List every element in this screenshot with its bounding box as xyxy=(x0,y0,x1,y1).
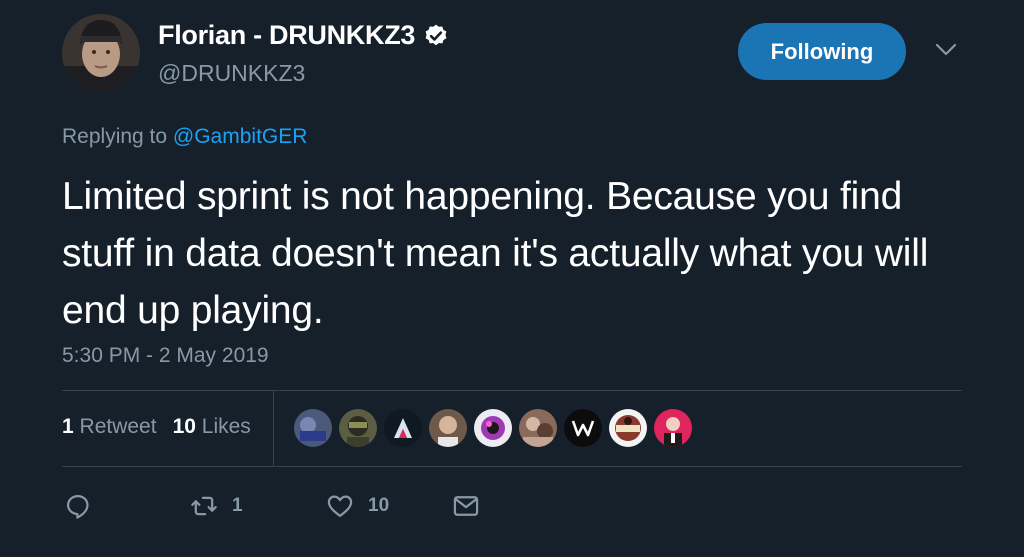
direct-message-button[interactable] xyxy=(452,490,480,522)
author-handle[interactable]: @DRUNKKZ3 xyxy=(158,60,305,87)
reply-icon xyxy=(66,494,89,519)
likers-avatar-list xyxy=(294,409,692,447)
tweet-timestamp[interactable]: 5:30 PM - 2 May 2019 xyxy=(62,344,269,368)
author-display-name[interactable]: Florian - DRUNKKZ3 xyxy=(158,20,449,51)
liker-avatar[interactable] xyxy=(294,409,332,447)
retweet-count: 1 xyxy=(232,495,243,516)
liker-avatar[interactable] xyxy=(609,409,647,447)
liker-avatar[interactable] xyxy=(654,409,692,447)
verified-badge-icon xyxy=(425,24,447,45)
envelope-icon xyxy=(453,496,479,516)
replying-to-line: Replying to @GambitGER xyxy=(62,125,307,149)
like-count: 10 xyxy=(368,495,390,516)
divider-top xyxy=(62,390,962,391)
retweet-icon xyxy=(191,496,217,516)
liker-avatar[interactable] xyxy=(339,409,377,447)
likes-stat[interactable]: 10 Likes xyxy=(173,415,251,439)
retweets-stat-label: Retweet xyxy=(79,415,157,438)
following-button[interactable]: Following xyxy=(738,23,906,80)
liker-avatar[interactable] xyxy=(474,409,512,447)
heart-icon xyxy=(327,495,353,518)
like-button[interactable]: 10 xyxy=(326,490,389,522)
liker-avatar[interactable] xyxy=(564,409,602,447)
liker-avatar[interactable] xyxy=(384,409,422,447)
tweet-stats: 1 Retweet 10 Likes xyxy=(62,415,251,439)
likes-stat-count: 10 xyxy=(172,415,196,438)
author-display-name-text: Florian - DRUNKKZ3 xyxy=(158,20,416,50)
avatar-image xyxy=(62,14,140,92)
liker-avatar[interactable] xyxy=(429,409,467,447)
divider-bottom xyxy=(62,466,962,467)
tweet-text: Limited sprint is not happening. Because… xyxy=(62,175,929,332)
retweet-button[interactable]: 1 xyxy=(190,490,243,522)
stats-vertical-divider xyxy=(273,391,274,466)
replying-to-label: Replying to xyxy=(62,125,168,148)
tweet-card: Florian - DRUNKKZ3 @DRUNKKZ3 Following R… xyxy=(0,0,1024,557)
reply-button[interactable] xyxy=(64,490,92,522)
replying-to-link[interactable]: @GambitGER xyxy=(173,125,308,148)
retweets-stat-count: 1 xyxy=(62,415,74,438)
retweets-stat[interactable]: 1 Retweet xyxy=(62,415,157,439)
author-avatar[interactable] xyxy=(62,14,140,92)
chevron-down-icon[interactable] xyxy=(934,42,958,58)
liker-avatar[interactable] xyxy=(519,409,557,447)
likes-stat-label: Likes xyxy=(201,415,251,438)
